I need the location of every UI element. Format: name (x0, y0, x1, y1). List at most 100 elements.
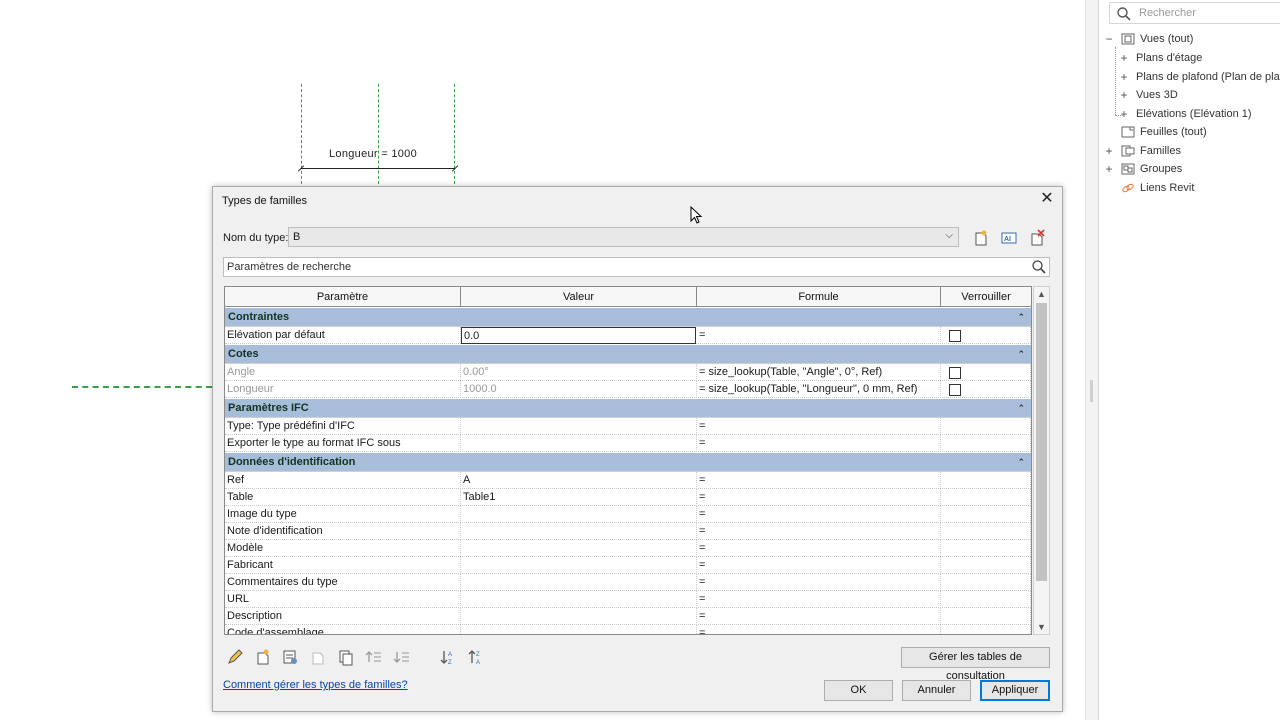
delete-type-icon[interactable] (1028, 229, 1046, 247)
new-parameter-icon[interactable] (254, 648, 272, 666)
table-row[interactable]: Commentaires du type = (225, 574, 1031, 591)
scroll-up-icon[interactable]: ▲ (1034, 287, 1049, 301)
splitter-grip[interactable] (1090, 380, 1093, 402)
manage-lookup-tables-button[interactable]: Gérer les tables de consultation (901, 647, 1050, 682)
value-cell[interactable] (461, 506, 697, 523)
tree-item-elevations[interactable]: + Elévations (Elévation 1) (1119, 107, 1280, 124)
tree-item-plans-etage[interactable]: + Plans d'étage (1119, 51, 1280, 68)
formula-cell[interactable]: = (697, 418, 941, 435)
table-row[interactable]: Table Table1 = (225, 489, 1031, 506)
sort-ascending-icon[interactable]: AZ (439, 648, 457, 666)
tree-item-groupes[interactable]: + Groupes (1104, 162, 1280, 179)
table-row[interactable]: Image du type = (225, 506, 1031, 523)
table-row[interactable]: Longueur 1000.0 = size_lookup(Table, "Lo… (225, 381, 1031, 398)
expand-icon[interactable]: + (1104, 144, 1114, 158)
value-cell[interactable] (461, 435, 697, 452)
formula-cell[interactable]: = (697, 591, 941, 608)
formula-cell[interactable]: = (697, 608, 941, 625)
table-row[interactable]: Type: Type prédéfini d'IFC = (225, 418, 1031, 435)
table-row[interactable]: Angle 0.00° = size_lookup(Table, "Angle"… (225, 364, 1031, 381)
table-row[interactable]: URL = (225, 591, 1031, 608)
scroll-down-icon[interactable]: ▼ (1034, 620, 1049, 634)
column-header-formula[interactable]: Formule (697, 287, 941, 307)
move-up-icon[interactable] (365, 648, 383, 666)
dimension-label[interactable]: Longueur = 1000 (329, 148, 417, 160)
lock-checkbox[interactable] (949, 384, 961, 396)
value-cell[interactable] (461, 608, 697, 625)
formula-cell[interactable]: = (697, 327, 941, 344)
panel-splitter[interactable] (1085, 0, 1099, 720)
expand-icon[interactable]: + (1119, 107, 1129, 121)
formula-cell[interactable]: = (697, 574, 941, 591)
expand-icon[interactable]: + (1104, 162, 1114, 176)
group-header[interactable]: Cotes ⌃ (225, 345, 1031, 364)
collapse-group-icon[interactable]: ⌃ (1017, 345, 1025, 364)
value-cell[interactable] (461, 540, 697, 557)
value-cell[interactable] (461, 574, 697, 591)
table-row[interactable]: Exporter le type au format IFC sous = (225, 435, 1031, 452)
collapse-group-icon[interactable]: ⌃ (1017, 453, 1025, 472)
value-cell[interactable] (461, 418, 697, 435)
value-cell[interactable] (461, 625, 697, 634)
edit-parameter-icon[interactable] (281, 648, 299, 666)
help-link[interactable]: Comment gérer les types de familles? (223, 679, 408, 691)
table-row[interactable]: Description = (225, 608, 1031, 625)
rename-type-icon[interactable]: AI (1000, 229, 1018, 247)
tree-item-vues-3d[interactable]: + Vues 3D (1119, 88, 1280, 105)
value-cell[interactable]: A (461, 472, 697, 489)
value-cell[interactable] (461, 591, 697, 608)
tree-item-liens-revit[interactable]: Liens Revit (1104, 181, 1280, 198)
expand-icon[interactable]: + (1119, 88, 1129, 102)
formula-cell[interactable]: = (697, 472, 941, 489)
scrollbar-thumb[interactable] (1036, 303, 1047, 581)
expand-icon[interactable]: + (1119, 51, 1129, 65)
browser-search-input[interactable]: Rechercher (1109, 2, 1280, 24)
group-header[interactable]: Paramètres IFC ⌃ (225, 399, 1031, 418)
edit-pencil-icon[interactable] (226, 648, 244, 666)
formula-cell[interactable]: = (697, 489, 941, 506)
lock-checkbox[interactable] (949, 330, 961, 342)
formula-cell[interactable]: = (697, 557, 941, 574)
formula-cell[interactable]: = (697, 506, 941, 523)
group-header[interactable]: Contraintes ⌃ (225, 308, 1031, 327)
column-header-lock[interactable]: Verrouiller (941, 287, 1031, 307)
search-icon[interactable] (1031, 259, 1047, 275)
sort-descending-icon[interactable]: ZA (467, 648, 485, 666)
expand-icon[interactable]: + (1119, 70, 1129, 84)
table-row[interactable]: Modèle = (225, 540, 1031, 557)
table-row[interactable]: Note d'identification = (225, 523, 1031, 540)
type-name-select[interactable]: B ⌵ (288, 227, 959, 247)
move-down-icon[interactable] (393, 648, 411, 666)
collapse-group-icon[interactable]: ⌃ (1017, 308, 1025, 327)
formula-cell[interactable]: = size_lookup(Table, "Longueur", 0 mm, R… (697, 381, 941, 398)
tree-item-familles[interactable]: + Familles (1104, 144, 1280, 161)
formula-cell[interactable]: = (697, 435, 941, 452)
parameter-search-input[interactable]: Paramètres de recherche (223, 257, 1050, 277)
cancel-button[interactable]: Annuler (902, 680, 971, 701)
formula-cell[interactable]: = (697, 540, 941, 557)
collapse-icon[interactable]: − (1104, 32, 1114, 46)
new-type-icon[interactable] (972, 229, 990, 247)
collapse-group-icon[interactable]: ⌃ (1017, 399, 1025, 418)
close-icon[interactable]: ✕ (1038, 191, 1056, 209)
table-row[interactable]: Code d'assemblage = (225, 625, 1031, 634)
formula-cell[interactable]: = size_lookup(Table, "Angle", 0°, Ref) (697, 364, 941, 381)
tree-item-feuilles[interactable]: Feuilles (tout) (1104, 125, 1280, 142)
lock-checkbox[interactable] (949, 367, 961, 379)
value-cell[interactable] (461, 523, 697, 540)
tree-item-plans-plafond[interactable]: + Plans de plafond (Plan de plafond) (1119, 70, 1280, 87)
column-header-parameter[interactable]: Paramètre (225, 287, 461, 307)
formula-cell[interactable]: = (697, 523, 941, 540)
table-row[interactable]: Ref A = (225, 472, 1031, 489)
value-input[interactable]: 0.0 (461, 327, 696, 344)
copy-parameter-icon[interactable] (337, 648, 355, 666)
group-header[interactable]: Données d'identification ⌃ (225, 453, 1031, 472)
value-cell[interactable] (461, 557, 697, 574)
formula-cell[interactable]: = (697, 625, 941, 634)
tree-item-vues[interactable]: − Vues (tout) (1104, 32, 1280, 49)
value-cell[interactable]: Table1 (461, 489, 697, 506)
ok-button[interactable]: OK (824, 680, 893, 701)
table-row[interactable]: Elévation par défaut 0.0 = (225, 327, 1031, 344)
column-header-value[interactable]: Valeur (461, 287, 697, 307)
apply-button[interactable]: Appliquer (980, 680, 1050, 701)
